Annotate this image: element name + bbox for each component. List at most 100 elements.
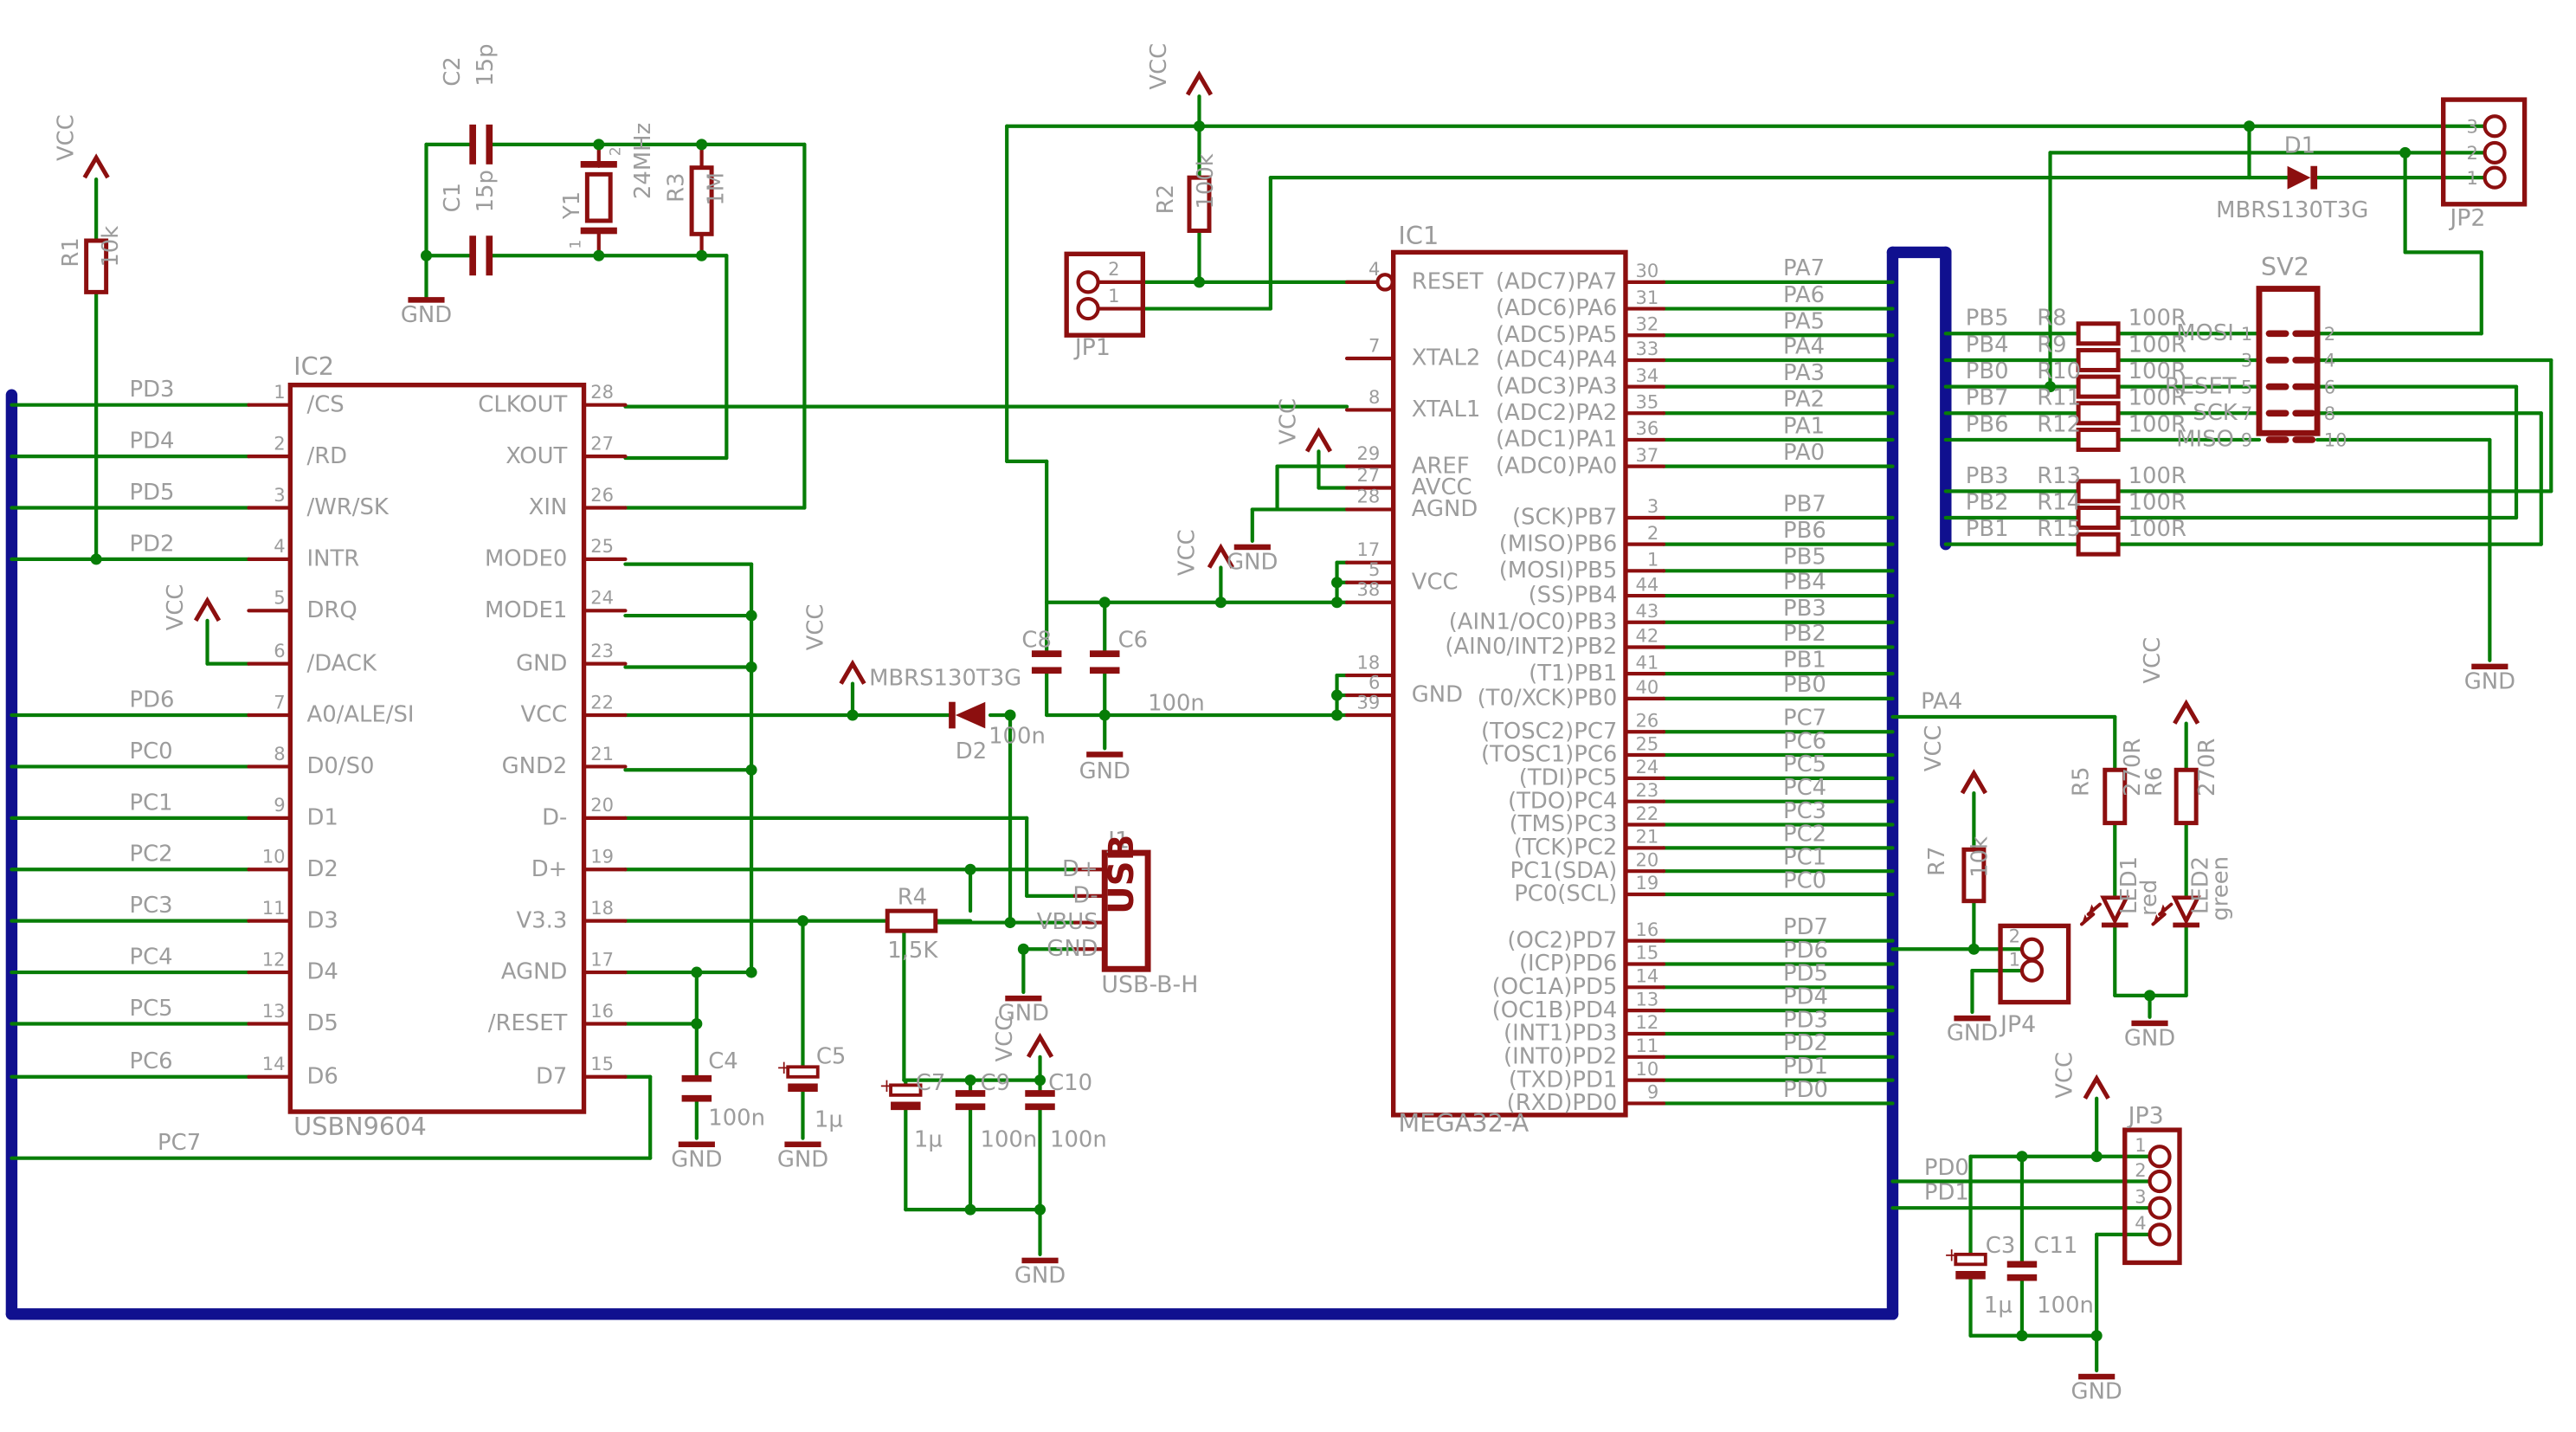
label-6: 6: [2324, 376, 2335, 397]
label-25: 25: [1635, 732, 1658, 754]
label-4: 4: [1368, 258, 1380, 280]
label-+: +: [879, 1074, 895, 1096]
label-1: 1: [2467, 167, 2478, 189]
junction-dot-4: [593, 250, 604, 261]
label-xtal1: XTAL1: [1412, 397, 1481, 423]
vcc-arrow-icon-5: [841, 664, 865, 684]
label-adc3pa3: (ADC3)PA3: [1496, 373, 1617, 399]
label-vcc: VCC: [163, 584, 189, 630]
label-13: 13: [1635, 988, 1658, 1009]
label-100k: 100k: [1193, 153, 1219, 209]
vcc-arrow-icon-8: [2174, 704, 2198, 724]
label-gnd: GND: [516, 650, 567, 676]
label-1: 1: [2009, 948, 2020, 970]
label-oc1apd5: (OC1A)PD5: [1492, 974, 1618, 1000]
capacitor-plate-8: [682, 1075, 712, 1082]
crystal-plate-0: [581, 161, 617, 168]
label-42: 42: [1635, 625, 1658, 647]
label-3: 3: [1647, 495, 1658, 517]
label-23: 23: [590, 640, 614, 661]
capacitor-plate-13: [1025, 1103, 1054, 1110]
label-vcc: VCC: [1412, 569, 1459, 595]
junction-dot-0: [91, 553, 102, 564]
label-mosipb5: (MOSI)PB5: [1499, 558, 1618, 584]
label-mosi: MOSI: [2176, 320, 2234, 346]
label-gnd2: GND2: [502, 753, 568, 779]
label-gnd: GND: [1947, 1021, 1998, 1047]
label-1: 1: [2135, 1134, 2146, 1156]
capacitor-plate-2: [469, 235, 476, 275]
label-pa3: PA3: [1783, 360, 1825, 386]
label-tosc1pc6: (TOSC1)PC6: [1481, 742, 1617, 768]
label-pd5: PD5: [129, 480, 174, 506]
diode-cathode-bar-0: [949, 702, 956, 729]
label-3: 3: [2135, 1185, 2146, 1207]
label-10: 10: [262, 846, 286, 868]
label-miso: MISO: [2176, 427, 2234, 453]
label-9: 9: [274, 794, 285, 816]
label-pd4: PD4: [1783, 984, 1828, 1009]
label-100r: 100R: [2128, 516, 2186, 542]
junction-dot-9: [2399, 147, 2411, 158]
label-d2: D2: [956, 739, 987, 764]
label-r8: R8: [2037, 306, 2066, 332]
label-pc3: PC3: [1783, 798, 1826, 824]
label-3: 3: [274, 484, 285, 506]
label-1m: 1M: [704, 172, 730, 206]
label-pb1: PB1: [1966, 516, 2009, 542]
label-9: 9: [1647, 1081, 1658, 1103]
label-sck: SCK: [2193, 400, 2238, 426]
label-pc1: PC1: [129, 790, 172, 816]
label-pc0scl: PC0(SCL): [1514, 881, 1617, 907]
label-15p: 15p: [473, 170, 499, 212]
polcap-neg-plate-1: [891, 1102, 920, 1111]
label-15: 15: [1635, 942, 1658, 964]
label-pb3: PB3: [1783, 596, 1826, 622]
label-pb4: PB4: [1966, 332, 2009, 358]
label-r13: R13: [2037, 463, 2081, 489]
label-ain1oc0pb3: (AIN1/OC0)PB3: [1449, 609, 1618, 635]
label-pb3: PB3: [1966, 463, 2009, 489]
junction-dot-29: [1034, 1074, 1046, 1086]
connector-pin-circle-6: [2150, 1171, 2170, 1191]
label-agnd: AGND: [1412, 496, 1478, 522]
label-8: 8: [1368, 386, 1380, 408]
capacitor-plate-15: [2007, 1274, 2037, 1281]
resistor-body-13: [2078, 508, 2118, 528]
label-r6: R6: [2141, 767, 2167, 797]
junction-dot-25: [1331, 597, 1343, 608]
connector-pin-circle-8: [2150, 1224, 2170, 1244]
label-pd1: PD1: [1783, 1054, 1828, 1080]
label-30: 30: [1635, 260, 1658, 281]
label-pa6: PA6: [1783, 282, 1825, 308]
label-vcc: VCC: [1146, 43, 1172, 90]
vcc-arrow-icon-2: [1188, 74, 1211, 94]
resistor-body-14: [2078, 534, 2118, 554]
schematic-page: PD3PD4PD5PD2PD6PC0PC1PC2PC3PC4PC5PC6PC7V…: [0, 0, 2576, 1432]
label-19: 19: [1635, 872, 1658, 893]
label-15: 15: [590, 1053, 614, 1074]
capacitor-plate-1: [486, 125, 493, 164]
label-xtal2: XTAL2: [1412, 345, 1481, 371]
label-26: 26: [1635, 709, 1658, 731]
led-bar-1: [2173, 923, 2199, 928]
label-1: 1: [1647, 549, 1658, 571]
junction-dot-3: [696, 139, 707, 150]
label-27: 27: [1357, 464, 1381, 486]
label-2: 2: [274, 432, 285, 454]
label-7: 7: [1368, 334, 1380, 356]
label-31: 31: [1635, 287, 1658, 308]
label-d0s0: D0/S0: [307, 753, 375, 779]
label-pb5: PB5: [1966, 306, 2009, 332]
label-19: 19: [590, 846, 614, 868]
label-15p: 15p: [473, 43, 499, 86]
label-2: 2: [2009, 926, 2020, 947]
label-9: 9: [2241, 429, 2252, 451]
label-32: 32: [1635, 313, 1658, 334]
junction-dot-38: [2091, 1330, 2103, 1341]
diode-1: [2288, 166, 2311, 190]
label-adc6pa6: (ADC6)PA6: [1496, 295, 1617, 321]
resistor-body-8: [2078, 350, 2118, 370]
label-vbus: VBUS: [1037, 909, 1098, 935]
label-24mhz: 24MHz: [630, 123, 656, 199]
